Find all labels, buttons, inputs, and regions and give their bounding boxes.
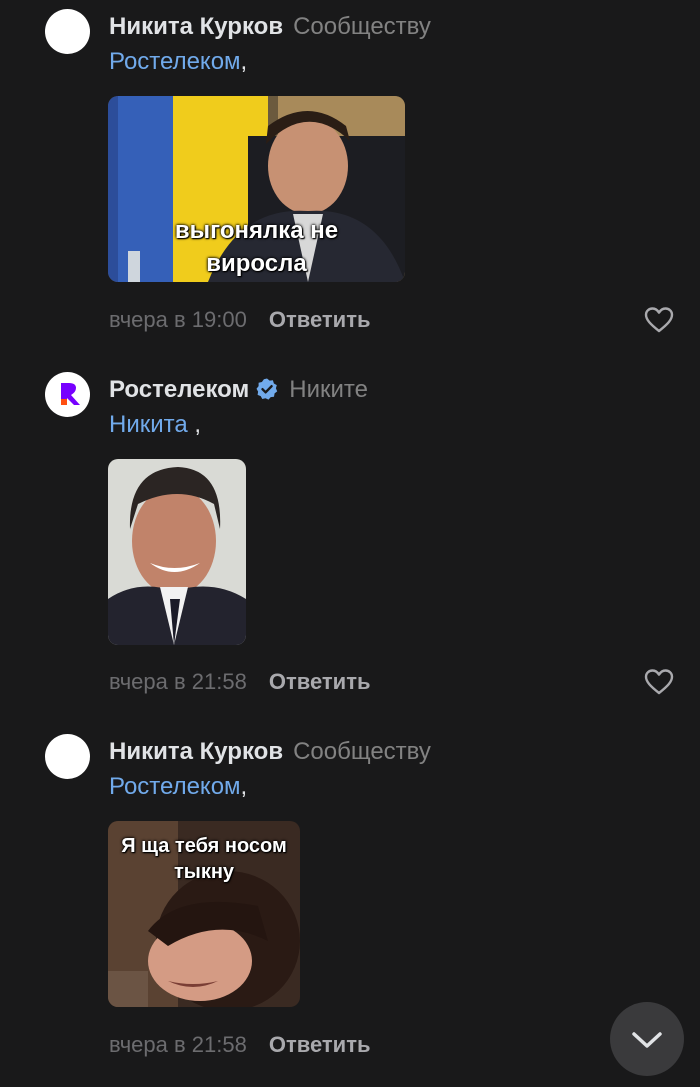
meme-image <box>108 459 246 645</box>
meme-sticker[interactable]: выгонялка не виросла <box>108 96 405 282</box>
comment-meta: вчера в 19:00 Ответить <box>109 305 371 335</box>
mention-link[interactable]: Ростелеком <box>109 48 241 75</box>
comment-author[interactable]: Никита Курков <box>109 738 283 765</box>
meme-caption: выгонялка не виросла <box>174 217 339 277</box>
heart-outline-icon <box>644 669 674 695</box>
comment-time: вчера в 21:58 <box>109 1032 247 1057</box>
reply-button[interactable]: Ответить <box>269 669 371 694</box>
mention-suffix: , <box>187 411 202 438</box>
comment-header: Никита Курков Сообществу <box>109 11 431 43</box>
like-button[interactable] <box>644 668 674 696</box>
comment-text: Никита , <box>109 409 201 441</box>
comment-header: Ростелеком Никите <box>109 374 368 406</box>
comment-meta: вчера в 21:58 Ответить <box>109 1030 371 1060</box>
comment-text: Ростелеком, <box>109 771 247 803</box>
verified-check-icon <box>256 378 278 400</box>
mention-suffix: , <box>240 48 248 75</box>
avatar[interactable] <box>45 734 90 779</box>
avatar[interactable] <box>45 9 90 54</box>
comment-header: Никита Курков Сообществу <box>109 736 431 768</box>
reply-target[interactable]: Сообществу <box>293 738 431 765</box>
comment-author[interactable]: Никита Курков <box>109 13 283 40</box>
reply-button[interactable]: Ответить <box>269 307 371 332</box>
like-button[interactable] <box>644 306 674 334</box>
meme-caption: Я ща тебя носом тыкну <box>121 835 287 883</box>
mention-link[interactable]: Никита <box>109 411 188 438</box>
meme-sticker[interactable] <box>108 459 246 645</box>
mention-suffix: , <box>240 773 248 800</box>
reply-target[interactable]: Сообществу <box>293 13 431 40</box>
rostelecom-logo-icon <box>61 383 80 405</box>
avatar[interactable] <box>45 372 90 417</box>
chevron-down-icon <box>632 1032 662 1048</box>
meme-sticker[interactable]: Я ща тебя носом тыкну <box>108 821 300 1007</box>
comment-text: Ростелеком, <box>109 46 247 78</box>
reply-button[interactable]: Ответить <box>269 1032 371 1057</box>
comment-time: вчера в 21:58 <box>109 669 247 694</box>
comment-time: вчера в 19:00 <box>109 307 247 332</box>
comments-screen: Никита Курков Сообществу Ростелеком, выго… <box>0 0 700 1087</box>
mention-link[interactable]: Ростелеком <box>109 773 241 800</box>
heart-outline-icon <box>644 307 674 333</box>
scroll-down-button[interactable] <box>610 1002 684 1076</box>
comment-meta: вчера в 21:58 Ответить <box>109 667 371 697</box>
comment-author[interactable]: Ростелеком <box>109 376 249 403</box>
reply-target[interactable]: Никите <box>289 376 368 403</box>
